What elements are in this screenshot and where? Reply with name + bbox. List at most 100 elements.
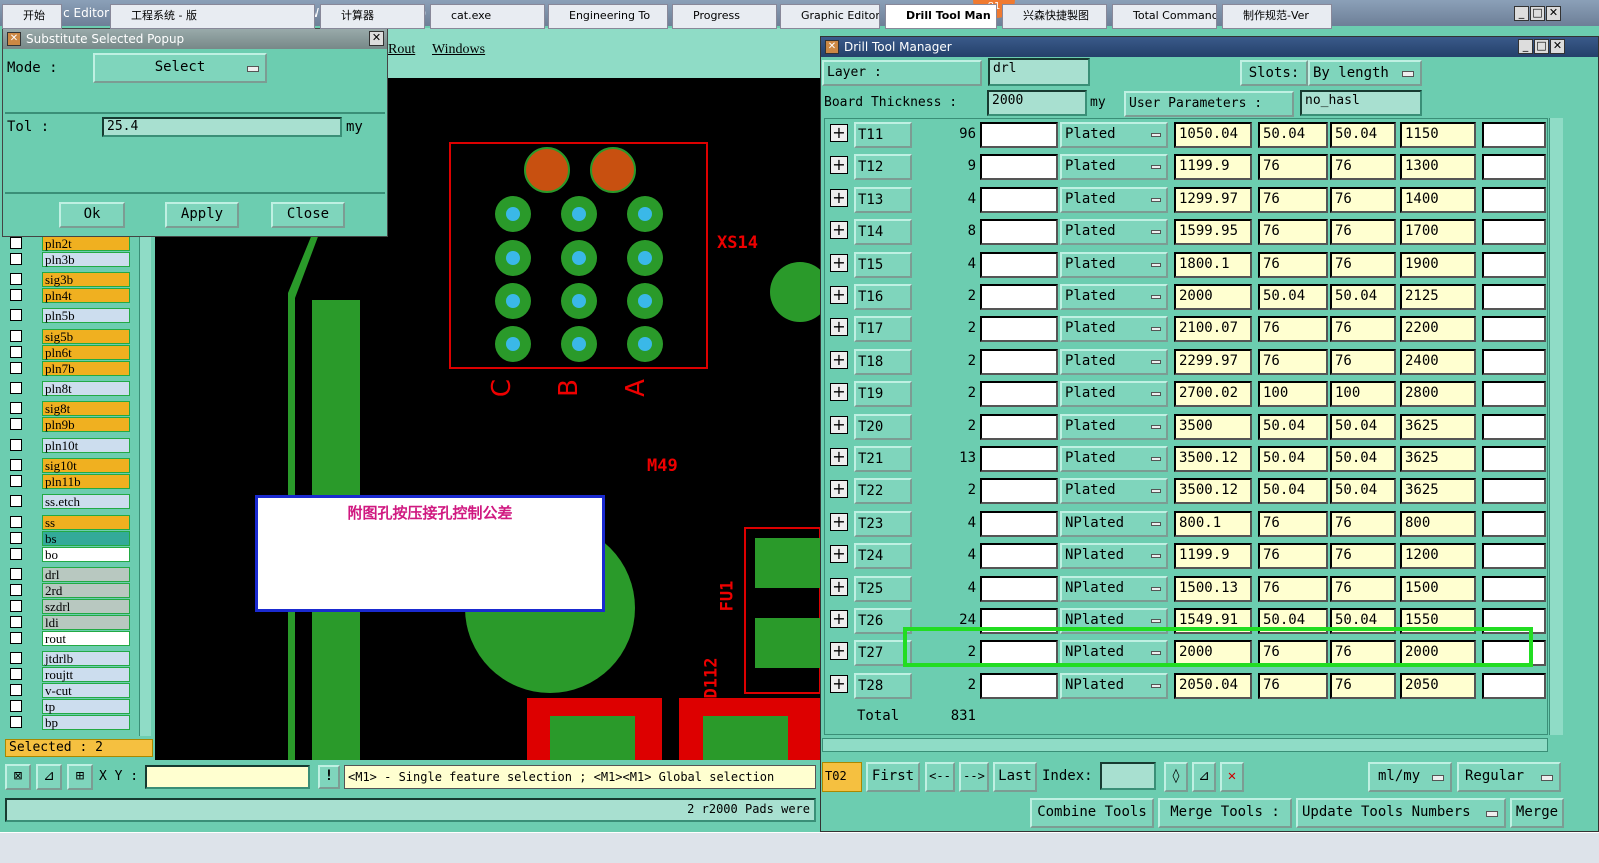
drill-size-input[interactable]: 2050 [1400,672,1476,699]
layer-item[interactable]: pln3b [8,252,130,267]
tool-type-select[interactable]: Plated [1060,413,1168,440]
finish-size-input[interactable]: 1199.9 [1174,543,1252,570]
tol-plus-input[interactable]: 76 [1258,348,1328,375]
layer-item[interactable]: sig8t [8,401,130,416]
drill-size-input[interactable]: 1200 [1400,543,1476,570]
finish-size-input[interactable]: 3500.12 [1174,478,1252,505]
warning-icon[interactable]: ! [318,765,340,789]
layer-item[interactable]: drl [8,567,130,582]
tol-minus-input[interactable]: 100 [1330,381,1396,408]
layer-name[interactable]: drl [42,567,130,582]
layer-name[interactable]: pln7b [42,361,130,376]
finish-size-input[interactable]: 2050.04 [1174,672,1252,699]
table-row[interactable]: + T21 13 Plated 3500.12 50.04 50.04 3625 [824,442,1546,474]
extra-input[interactable] [1482,122,1546,148]
tool-name[interactable]: T24 [854,543,912,570]
taskbar-item[interactable]: Engineering To [548,4,668,29]
layer-item[interactable]: sig10t [8,458,130,473]
layer-item[interactable]: pln5b [8,308,130,323]
expand-icon[interactable]: + [830,480,848,499]
expand-icon[interactable]: + [830,448,848,466]
tool-type-select[interactable]: NPlated [1060,510,1168,537]
table-row[interactable]: + T28 2 NPlated 2050.04 76 76 2050 [824,669,1546,701]
tool-comment-input[interactable] [980,348,1058,375]
expand-icon[interactable]: + [830,124,848,142]
table-row[interactable]: + T11 96 Plated 1050.04 50.04 50.04 1150 [824,118,1546,150]
tol-minus-input[interactable]: 76 [1330,154,1396,181]
expand-icon[interactable]: + [830,156,848,175]
layer-checkbox[interactable] [10,273,22,285]
table-row[interactable]: + T16 2 Plated 2000 50.04 50.04 2125 [824,280,1546,312]
tool-name[interactable]: T16 [854,284,912,310]
layer-item[interactable]: ldi [8,615,130,630]
tool-name[interactable]: T13 [854,186,912,213]
tol-minus-input[interactable]: 76 [1330,219,1396,246]
expand-icon[interactable]: + [830,350,848,369]
tool-name[interactable]: T21 [854,446,912,472]
tol-minus-input[interactable]: 50.04 [1330,122,1396,148]
tol-plus-input[interactable]: 76 [1258,575,1328,602]
layer-checkbox[interactable] [10,459,22,471]
tool-comment-input[interactable] [980,672,1058,699]
drill-size-input[interactable]: 1150 [1400,122,1476,148]
finish-size-input[interactable]: 1500.13 [1174,575,1252,602]
tool-comment-input[interactable] [980,284,1058,310]
extra-input[interactable] [1482,446,1546,472]
layer-name[interactable]: pln6t [42,345,130,360]
layer-name[interactable]: sig8t [42,401,130,416]
layer-checkbox[interactable] [10,346,22,358]
expand-icon[interactable]: + [830,674,848,693]
tool-comment-input[interactable] [980,413,1058,440]
first-button[interactable]: First [866,762,920,792]
tool-comment-input[interactable] [980,543,1058,570]
finish-size-input[interactable]: 2100.07 [1174,316,1252,343]
tol-minus-input[interactable]: 50.04 [1330,413,1396,440]
layer-name[interactable]: rout [42,631,130,646]
layer-name[interactable]: pln11b [42,474,130,489]
tool-type-select[interactable]: Plated [1060,381,1168,408]
finish-size-input[interactable]: 1199.9 [1174,154,1252,181]
drill-size-input[interactable]: 2125 [1400,284,1476,310]
extra-input[interactable] [1482,543,1546,570]
finish-size-input[interactable]: 2299.97 [1174,348,1252,375]
layer-name[interactable]: pln4t [42,288,130,303]
edit-icon[interactable]: ⊿ [1192,762,1216,792]
expand-icon[interactable]: + [830,610,848,628]
layer-item[interactable]: pln2t [8,236,130,251]
table-row[interactable]: + T18 2 Plated 2299.97 76 76 2400 [824,345,1546,377]
tool-name[interactable]: T14 [854,219,912,246]
layer-item[interactable]: v-cut [8,683,130,698]
taskbar-item[interactable]: 制作规范-Ver [1222,4,1332,29]
mode-regular-select[interactable]: Regular [1457,762,1561,792]
layer-name[interactable]: pln5b [42,308,130,323]
tool-comment-input[interactable] [980,154,1058,181]
tol-plus-input[interactable]: 50.04 [1258,284,1328,310]
tol-minus-input[interactable]: 76 [1330,348,1396,375]
layer-item[interactable]: bp [8,715,130,730]
expand-icon[interactable]: + [830,415,848,434]
tool-type-select[interactable]: Plated [1060,154,1168,181]
drill-size-input[interactable]: 3625 [1400,478,1476,505]
layer-name[interactable]: ss [42,515,130,530]
layer-checkbox[interactable] [10,237,22,249]
taskbar-item[interactable]: cat.exe [430,4,545,29]
tol-plus-input[interactable]: 76 [1258,154,1328,181]
layer-checkbox[interactable] [10,289,22,301]
tool-icon-3[interactable]: ⊞ [67,764,93,790]
layer-item[interactable]: bs [8,531,130,546]
tool-name[interactable]: T11 [854,122,912,148]
tol-minus-input[interactable]: 76 [1330,510,1396,537]
tol-plus-input[interactable]: 76 [1258,672,1328,699]
layer-name[interactable]: pln10t [42,438,130,453]
tol-plus-input[interactable]: 76 [1258,251,1328,278]
next-button[interactable]: --> [959,762,989,792]
tool-type-select[interactable]: Plated [1060,478,1168,505]
extra-input[interactable] [1482,316,1546,343]
layer-checkbox[interactable] [10,684,22,696]
extra-input[interactable] [1482,284,1546,310]
minimize-icon[interactable]: _ [1514,6,1529,21]
expand-icon[interactable]: + [830,545,848,564]
layer-checkbox[interactable] [10,495,22,507]
table-row[interactable]: + T13 4 Plated 1299.97 76 76 1400 [824,183,1546,215]
layer-item[interactable]: ss.etch [8,494,130,509]
